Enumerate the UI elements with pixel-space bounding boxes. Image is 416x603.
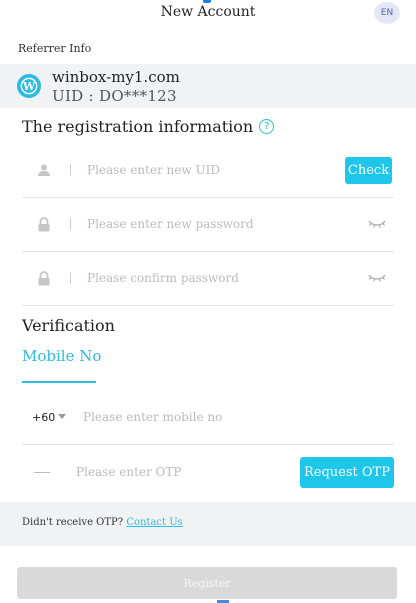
caret-down-icon [58, 414, 67, 419]
password-input[interactable]: Please enter new password [87, 217, 368, 231]
registration-title: The registration information ? [22, 117, 275, 136]
country-code-value: +60 [32, 410, 56, 424]
language-switch[interactable]: EN [374, 2, 400, 24]
eye-closed-icon[interactable] [368, 219, 386, 229]
field-separator [70, 218, 71, 230]
mobile-input[interactable]: Please enter mobile no [83, 410, 394, 424]
otp-help-label: Didn't receive OTP? [22, 517, 124, 528]
uid-input[interactable]: Please enter new UID [87, 163, 345, 177]
otp-input[interactable]: Please enter OTP [76, 465, 300, 479]
tab-mobile-no[interactable]: Mobile No [22, 347, 101, 365]
referrer-section-label: Referrer Info [18, 42, 92, 55]
active-tab-indicator [22, 381, 96, 383]
lock-icon [36, 270, 52, 286]
top-accent-bar [203, 0, 211, 3]
uid-field-row: Please enter new UID Check [22, 143, 394, 198]
mobile-field-row: +60 Please enter mobile no [22, 390, 394, 445]
page-title: New Account [160, 4, 256, 20]
verification-title: Verification [22, 316, 115, 335]
referrer-uid-value: DO***123 [99, 87, 177, 105]
referrer-uid-label: UID : [52, 87, 94, 105]
lock-icon [36, 216, 52, 232]
request-otp-button[interactable]: Request OTP [300, 456, 394, 488]
wordpress-logo-icon: W [17, 74, 41, 98]
user-icon [36, 162, 52, 178]
confirm-password-input[interactable]: Please confirm password [87, 271, 368, 285]
check-button[interactable]: Check [345, 156, 392, 184]
svg-text:W: W [22, 80, 36, 93]
eye-closed-icon[interactable] [368, 273, 386, 283]
otp-help-text: Didn't receive OTP? Contact Us [22, 517, 183, 528]
field-separator [70, 272, 71, 284]
field-separator [70, 164, 71, 176]
password-field-row: Please enter new password [22, 197, 394, 252]
dash-icon [34, 471, 50, 473]
confirm-password-field-row: Please confirm password [22, 251, 394, 306]
referrer-uid: UID : DO***123 [52, 87, 177, 105]
question-circle-icon[interactable]: ? [259, 119, 275, 134]
register-button[interactable]: Register [17, 567, 397, 599]
country-code-select[interactable]: +60 [32, 411, 83, 424]
otp-field-row: Please enter OTP Request OTP [22, 445, 394, 499]
registration-title-text: The registration information [22, 117, 254, 136]
referrer-name: winbox-my1.com [52, 68, 180, 86]
contact-us-link[interactable]: Contact Us [126, 517, 182, 528]
